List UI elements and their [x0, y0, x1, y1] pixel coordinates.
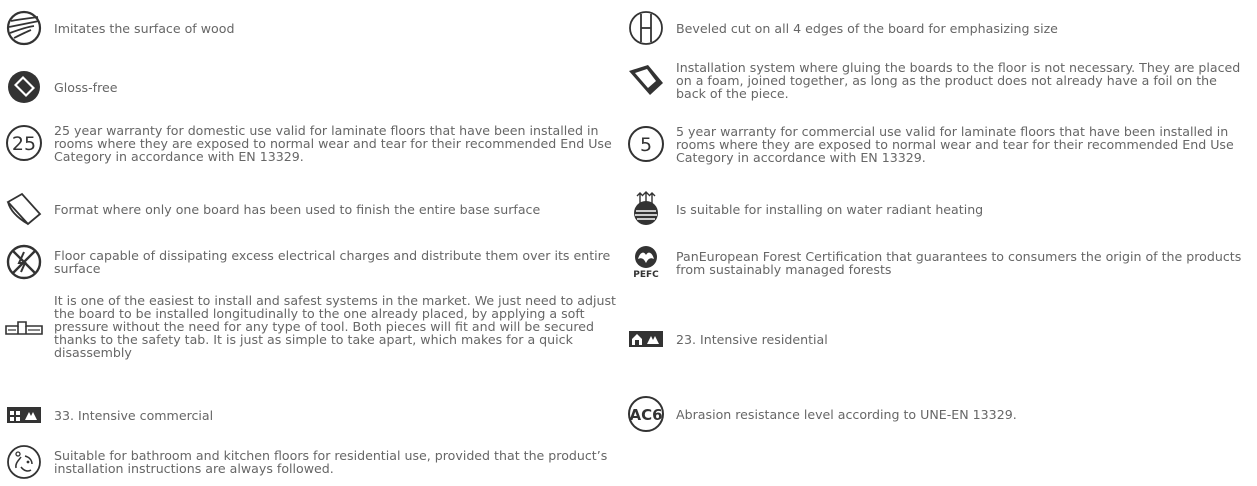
warranty-5-icon: 5: [622, 124, 670, 164]
feature-text: PanEuropean Forest Certification that gu…: [676, 249, 1242, 277]
feature-text: 33. Intensive commercial: [54, 407, 214, 423]
intensive-commercial-icon: [0, 395, 48, 435]
feature-intensive-residential: 23. Intensive residential: [622, 319, 1242, 359]
warranty-25-icon: 25: [0, 123, 48, 163]
feature-beveled-edges: Beveled cut on all 4 edges of the board …: [622, 8, 1242, 48]
feature-wet-area: Suitable for bathroom and kitchen floors…: [0, 442, 620, 482]
pefc-icon: PEFC: [622, 243, 670, 283]
intensive-residential-icon: [622, 319, 670, 359]
abrasion-ac6-icon: AC6: [622, 394, 670, 434]
feature-intensive-commercial: 33. Intensive commercial: [0, 395, 620, 435]
radiant-heating-icon: [622, 189, 670, 229]
click-system-icon: [0, 307, 48, 347]
beveled-edges-icon: [622, 8, 670, 48]
antistatic-icon: [0, 242, 48, 282]
feature-single-board-format: Format where only one board has been use…: [0, 189, 620, 229]
feature-text: It is one of the easiest to install and …: [54, 293, 616, 360]
wet-area-icon: [0, 442, 48, 482]
gloss-free-icon: [0, 67, 48, 107]
wood-grain-icon: [0, 8, 48, 48]
abrasion-badge-text: AC6: [629, 406, 662, 424]
feature-gloss-free: Gloss-free: [0, 67, 620, 107]
feature-abrasion-ac6: AC6 Abrasion resistance level according …: [622, 394, 1242, 434]
feature-radiant-heating: Is suitable for installing on water radi…: [622, 189, 1242, 229]
warranty-badge-text: 25: [12, 133, 36, 155]
feature-text: 5 year warranty for commercial use valid…: [676, 123, 1234, 165]
feature-pefc: PEFC PanEuropean Forest Certification th…: [622, 243, 1242, 283]
feature-text: Floor capable of dissipating excess elec…: [54, 248, 611, 276]
feature-floating-install: Installation system where gluing the boa…: [622, 60, 1242, 100]
feature-warranty-5: 5 5 year warranty for commercial use val…: [622, 124, 1242, 164]
feature-text: Beveled cut on all 4 edges of the board …: [676, 20, 1058, 36]
feature-click-system: It is one of the easiest to install and …: [0, 294, 620, 359]
feature-text: 25 year warranty for domestic use valid …: [54, 122, 612, 164]
feature-antistatic: Floor capable of dissipating excess elec…: [0, 242, 620, 282]
feature-wood-surface: Imitates the surface of wood: [0, 8, 620, 48]
feature-warranty-25: 25 25 year warranty for domestic use val…: [0, 123, 620, 163]
feature-text: Gloss-free: [54, 79, 118, 95]
feature-text: Installation system where gluing the boa…: [676, 59, 1241, 101]
pefc-logo-text: PEFC: [633, 270, 659, 280]
floating-install-icon: [622, 60, 670, 100]
feature-text: 23. Intensive residential: [676, 331, 828, 347]
feature-text: Abrasion resistance level according to U…: [676, 406, 1017, 422]
single-board-format-icon: [0, 189, 48, 229]
feature-text: Suitable for bathroom and kitchen floors…: [54, 448, 608, 476]
warranty-badge-text: 5: [640, 134, 652, 156]
feature-text: Is suitable for installing on water radi…: [676, 201, 984, 217]
feature-text: Imitates the surface of wood: [54, 20, 235, 36]
feature-text: Format where only one board has been use…: [54, 201, 541, 217]
